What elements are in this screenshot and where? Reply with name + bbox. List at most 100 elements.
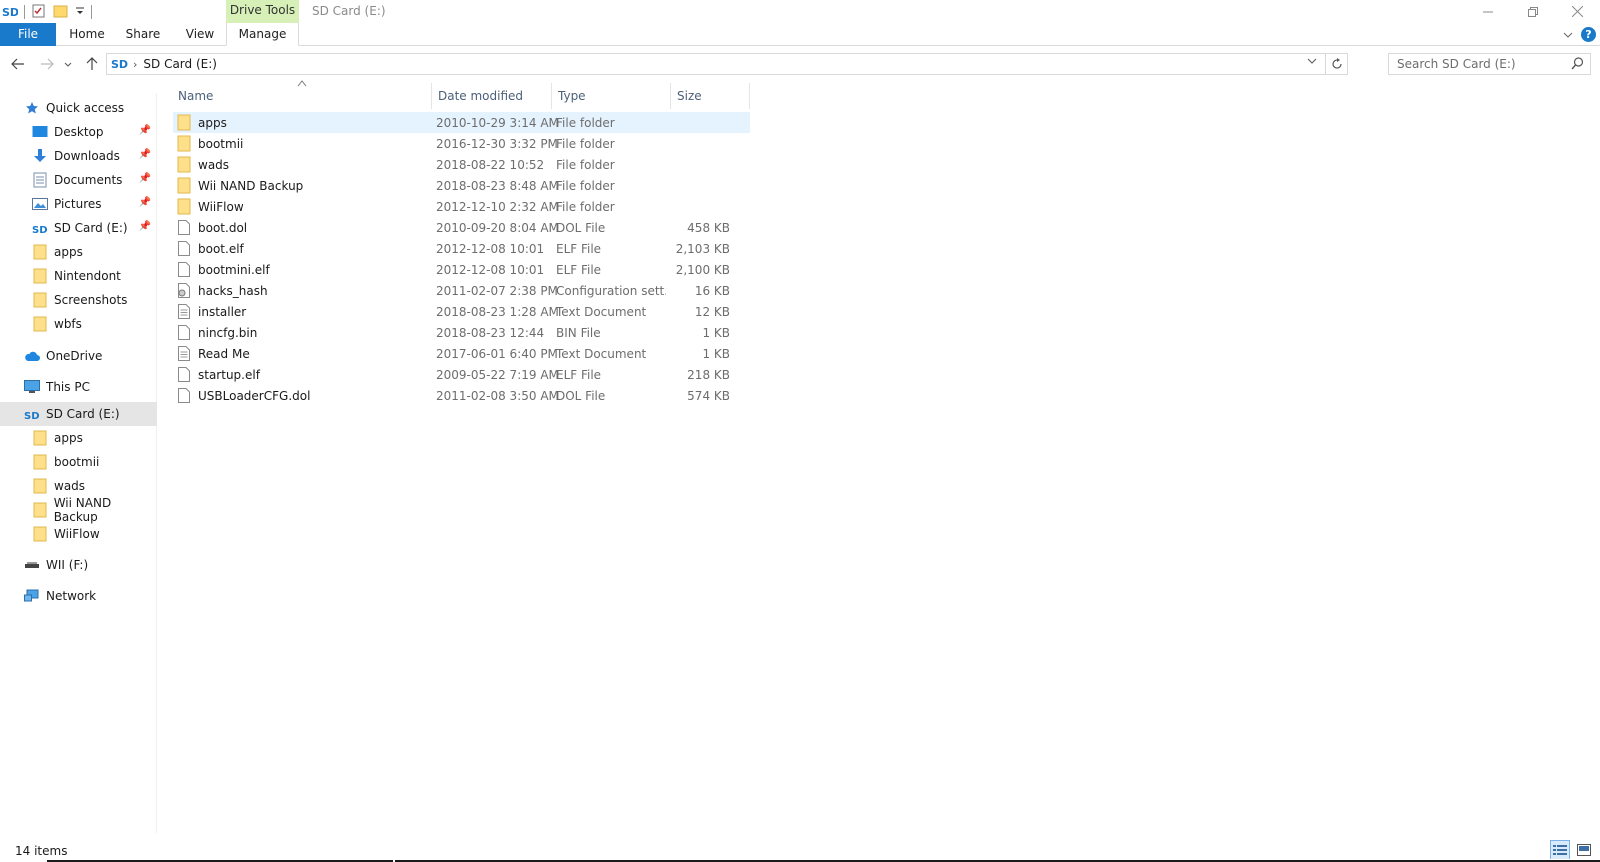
sidebar-item-network[interactable]: Network [0,584,157,608]
file-date: 2011-02-07 2:38 PM [436,283,558,298]
pin-icon[interactable]: 📌 [139,149,151,160]
tab-file[interactable]: File [0,23,56,46]
file-size: 218 KB [687,367,730,382]
sidebar-item-apps[interactable]: apps [0,240,157,264]
address-bar[interactable]: SD › SD Card (E:) [106,53,1348,75]
file-row-bootmini-elf[interactable]: bootmini.elf 2012-12-08 10:01 ELF File 2… [173,259,750,280]
folder-icon [32,430,48,446]
file-row-hacks-hash[interactable]: hacks_hash 2011-02-07 2:38 PM Configurat… [173,280,750,301]
navigation-bar: SD › SD Card (E:) [0,49,1600,79]
back-button[interactable] [8,54,28,74]
sidebar-item-wii-drive[interactable]: WII (F:) [0,553,157,577]
file-name: installer [198,304,247,319]
search-icon[interactable] [1571,57,1584,73]
column-header-size[interactable]: Size [671,83,750,109]
minimize-button[interactable] [1465,0,1510,23]
file-date: 2018-08-22 10:52 [436,157,545,172]
file-row-wii-nand-backup[interactable]: Wii NAND Backup 2018-08-23 8:48 AM File … [173,175,750,196]
tab-home[interactable]: Home [62,23,112,46]
qat-separator [91,5,92,19]
file-row-read-me[interactable]: Read Me 2017-06-01 6:40 PM Text Document… [173,343,750,364]
file-row-installer[interactable]: installer 2018-08-23 1:28 AM Text Docume… [173,301,750,322]
sidebar-item-downloads[interactable]: Downloads 📌 [0,144,157,168]
search-box[interactable] [1388,53,1591,75]
column-header-type[interactable]: Type [552,83,671,109]
new-folder-icon[interactable] [53,3,69,22]
sidebar-item-wads[interactable]: wads [0,474,157,498]
file-row-apps[interactable]: apps 2010-10-29 3:14 AM File folder [173,112,750,133]
file-size: 2,103 KB [675,241,730,256]
documents-icon [32,172,48,188]
file-date: 2010-10-29 3:14 AM [436,115,559,130]
ribbon-tabs: File Home Share View Manage [0,23,1600,46]
sidebar-item-label: Screenshots [54,293,128,307]
file-date: 2010-09-20 8:04 AM [436,220,559,235]
window-title: SD Card (E:) [312,4,386,18]
sidebar-item-label: This PC [46,380,90,394]
pin-icon[interactable]: 📌 [139,197,151,208]
file-date: 2018-08-23 12:44 [436,325,545,340]
expand-ribbon-button[interactable] [1563,28,1573,42]
sidebar-item-bootmii[interactable]: bootmii [0,450,157,474]
pin-icon[interactable]: 📌 [139,125,151,136]
restore-button[interactable] [1510,0,1555,23]
sidebar-item-nintendont[interactable]: Nintendont [0,264,157,288]
drive-tools-context-tab: Drive Tools [226,0,299,23]
forward-button[interactable] [37,54,57,74]
sidebar-item-wiiflow[interactable]: WiiFlow [0,522,157,546]
breadcrumb[interactable]: SD Card (E:) [143,57,217,71]
sidebar-item-onedrive[interactable]: OneDrive [0,344,157,368]
tab-manage[interactable]: Manage [226,23,299,46]
file-row-boot-dol[interactable]: boot.dol 2010-09-20 8:04 AM DOL File 458… [173,217,750,238]
sidebar-item-sd-card-pinned[interactable]: SD SD Card (E:) 📌 [0,216,157,240]
sidebar-item-wbfs[interactable]: wbfs [0,312,157,336]
details-view-icon [1553,845,1567,855]
sidebar-item-pictures[interactable]: Pictures 📌 [0,192,157,216]
file-row-wiiflow[interactable]: WiiFlow 2012-12-10 2:32 AM File folder [173,196,750,217]
file-name: bootmii [198,136,244,151]
up-button[interactable] [82,54,102,74]
sidebar-item-this-pc[interactable]: This PC [0,375,157,399]
cloud-icon [24,348,40,364]
sidebar-item-sd-card[interactable]: SD SD Card (E:) [0,402,157,426]
sidebar-item-sd-apps[interactable]: apps [0,426,157,450]
properties-icon[interactable] [31,3,47,22]
file-row-usbloadercfg-dol[interactable]: USBLoaderCFG.dol 2011-02-08 3:50 AM DOL … [173,385,750,406]
file-type: File folder [556,115,615,130]
file-row-wads[interactable]: wads 2018-08-22 10:52 File folder [173,154,750,175]
network-icon [24,588,40,604]
file-type: Text Document [556,346,647,361]
sidebar-item-documents[interactable]: Documents 📌 [0,168,157,192]
qat-separator [24,5,25,19]
pin-icon[interactable]: 📌 [139,173,151,184]
title-bar: SD Drive Tools SD Card (E:) [0,0,1600,23]
search-input[interactable] [1389,54,1564,74]
file-row-nincfg-bin[interactable]: nincfg.bin 2018-08-23 12:44 BIN File 1 K… [173,322,750,343]
tab-view[interactable]: View [175,23,225,46]
pin-icon[interactable]: 📌 [139,221,151,232]
refresh-button[interactable] [1325,54,1347,74]
details-view-button[interactable] [1550,840,1570,860]
file-row-bootmii[interactable]: bootmii 2016-12-30 3:32 PM File folder [173,133,750,154]
file-icon [177,324,193,341]
sidebar-item-quick-access[interactable]: Quick access [0,96,157,120]
address-dropdown-button[interactable] [1307,57,1317,68]
recent-locations-button[interactable] [62,54,74,74]
column-header-name[interactable]: Name [172,83,432,109]
column-header-date-modified[interactable]: Date modified [432,83,552,109]
large-icons-view-button[interactable] [1574,840,1594,860]
sidebar-item-screenshots[interactable]: Screenshots [0,288,157,312]
customize-qat-icon[interactable] [75,5,85,20]
tab-share[interactable]: Share [118,23,168,46]
sidebar-item-desktop[interactable]: Desktop 📌 [0,120,157,144]
sd-card-icon: SD [32,220,48,236]
help-icon[interactable]: ? [1581,27,1596,42]
file-row-startup-elf[interactable]: startup.elf 2009-05-22 7:19 AM ELF File … [173,364,750,385]
file-row-boot-elf[interactable]: boot.elf 2012-12-08 10:01 ELF File 2,103… [173,238,750,259]
close-button[interactable] [1555,0,1600,23]
file-date: 2012-12-08 10:01 [436,262,545,277]
breadcrumb-separator[interactable]: › [133,58,137,71]
sidebar-item-wii-nand-backup[interactable]: Wii NAND Backup [0,496,157,524]
file-type: Text Document [556,304,647,319]
file-date: 2012-12-08 10:01 [436,241,545,256]
